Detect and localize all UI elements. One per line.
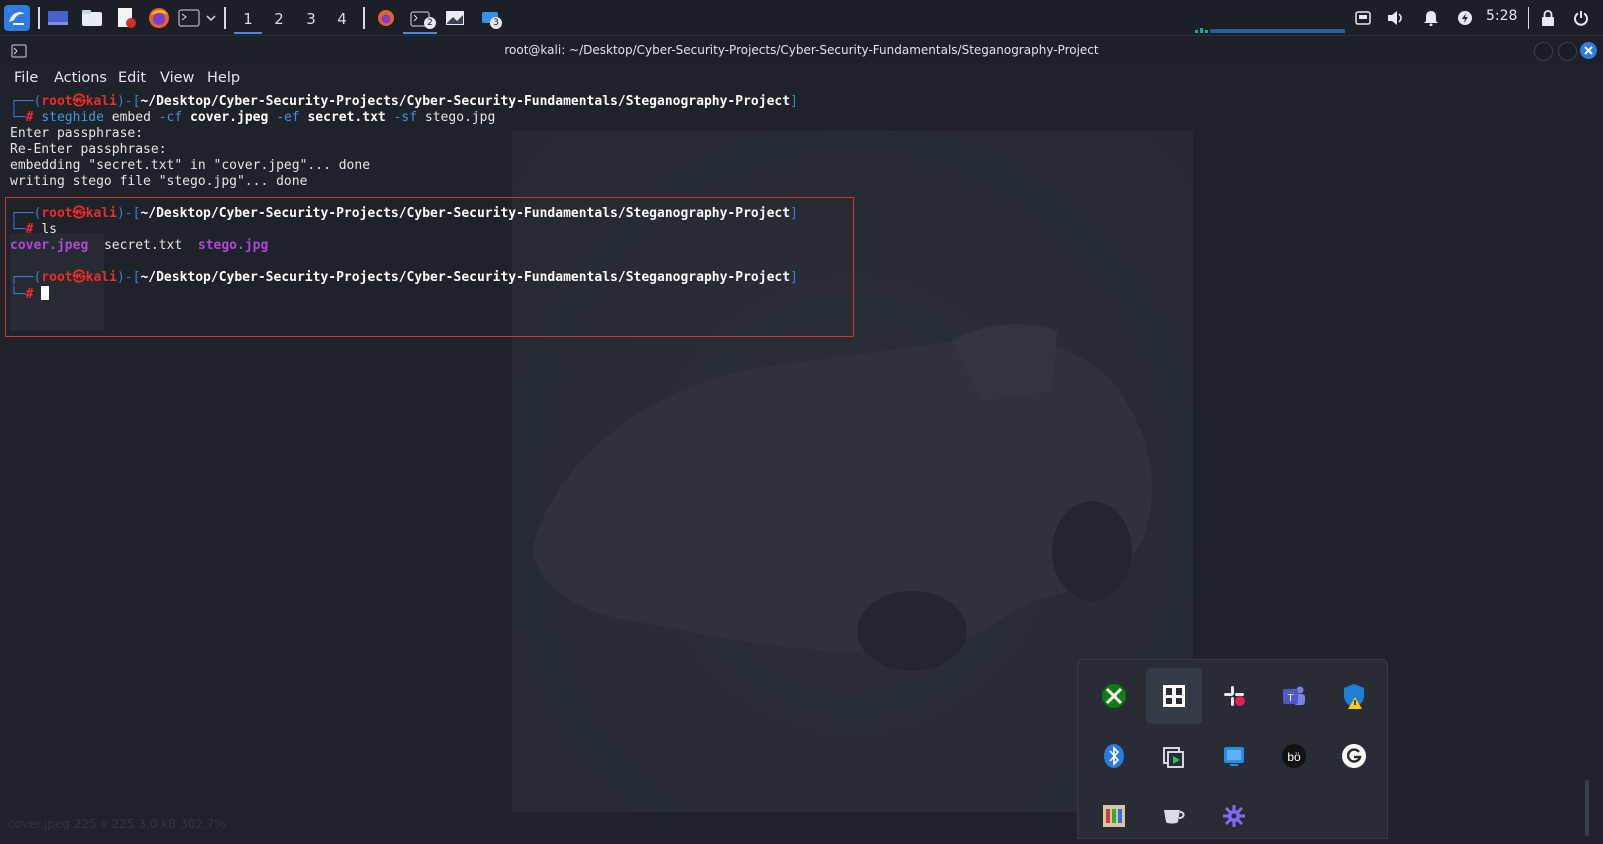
window-titlebar[interactable]: root@kali: ~/Desktop/Cyber-Security-Proj… (0, 36, 1603, 65)
notion-icon[interactable] (1146, 668, 1202, 724)
cmd-arg: cover.jpeg (190, 110, 269, 125)
workspace-1[interactable]: 1 (234, 6, 262, 34)
notification-bell-icon[interactable] (1420, 6, 1442, 30)
show-desktop-icon[interactable] (46, 6, 70, 30)
menu-bar: File Actions Edit View Help (0, 65, 1603, 91)
power-icon[interactable] (1570, 6, 1592, 30)
window-title: root@kali: ~/Desktop/Cyber-Security-Proj… (504, 43, 1099, 57)
defender-icon[interactable] (1326, 668, 1382, 724)
system-tray-popup: T bö (1077, 659, 1388, 839)
workspace-3[interactable]: 3 (297, 6, 325, 32)
lock-icon[interactable] (1537, 6, 1559, 30)
cmd-tool: steghide (41, 110, 104, 125)
prompt-host: kali (85, 94, 117, 109)
text-editor-icon[interactable] (114, 6, 138, 30)
cmd-sub: embed (111, 110, 151, 125)
cmd-flag: -ef (276, 110, 300, 125)
prompt-at: ㉿ (72, 94, 86, 109)
menu-edit[interactable]: Edit (118, 70, 146, 86)
volume-icon[interactable] (1385, 6, 1407, 30)
svg-text:T: T (1287, 693, 1293, 704)
workspace-4[interactable]: 4 (328, 6, 356, 32)
windows-app-icon[interactable] (1206, 728, 1262, 784)
remote-count-badge: 3 (490, 17, 502, 29)
close-icon (1584, 46, 1593, 55)
separator (224, 7, 226, 29)
xbox-icon[interactable] (1086, 668, 1142, 724)
beats-icon[interactable]: bö (1266, 728, 1322, 784)
image-status: cover.jpeg 225 x 225 3.0 kB 302.7% (8, 817, 226, 831)
terminal-window-icon[interactable]: 2 (403, 6, 437, 34)
command-line-1: └─# steghide embed -cf cover.jpeg -ef se… (10, 110, 496, 125)
separator (38, 7, 40, 29)
prompt-cwd: ~/Desktop/Cyber-Security-Projects/Cyber-… (140, 94, 791, 109)
menu-actions[interactable]: Actions (54, 70, 107, 86)
output-line: writing stego file "stego.jpg"... done (10, 174, 308, 189)
workspace-2[interactable]: 2 (265, 6, 293, 32)
taskbar: 1 2 3 4 2 3 5:28 (0, 0, 1603, 36)
scrollbar[interactable] (1585, 780, 1589, 836)
minimize-button[interactable] (1534, 42, 1553, 61)
screen-icon[interactable] (1352, 6, 1374, 30)
chevron-down-icon[interactable] (204, 6, 218, 30)
output-line: embedding "secret.txt" in "cover.jpeg"..… (10, 158, 371, 173)
settings-gear-icon[interactable] (1206, 788, 1262, 844)
close-button[interactable] (1580, 42, 1597, 59)
image-viewer-icon[interactable] (443, 6, 467, 30)
separator (363, 7, 365, 29)
terminal-count-badge: 2 (424, 17, 436, 29)
maximize-button[interactable] (1558, 42, 1577, 61)
cpu-graph (1195, 28, 1345, 33)
prompt-symbol: # (25, 110, 34, 125)
screen-share-icon[interactable] (1146, 728, 1202, 784)
power-status-icon[interactable] (1454, 6, 1476, 30)
cmd-arg: secret.txt (307, 110, 386, 125)
cmd-arg: stego.jpg (424, 110, 496, 125)
color-picker-icon[interactable] (1086, 788, 1142, 844)
clock[interactable]: 5:28 (1486, 8, 1517, 24)
slack-icon[interactable] (1206, 668, 1262, 724)
grammarly-icon[interactable] (1326, 728, 1382, 784)
remote-desktop-icon[interactable]: 3 (477, 6, 503, 30)
cmd-flag: -sf (393, 110, 418, 125)
separator (1528, 7, 1529, 29)
output-line: Re-Enter passphrase: (10, 142, 167, 157)
file-manager-icon[interactable] (80, 6, 104, 30)
bluetooth-icon[interactable] (1086, 728, 1142, 784)
terminal-launcher-icon[interactable] (177, 6, 201, 30)
prompt-user: root (41, 94, 73, 109)
svg-text:bö: bö (1287, 750, 1301, 764)
prompt-line-1: ┌──(root㉿kali)-[~/Desktop/Cyber-Security… (10, 94, 798, 109)
coffee-cup-icon[interactable] (1146, 788, 1202, 844)
cmd-flag: -cf (158, 110, 183, 125)
firefox-icon[interactable] (147, 6, 171, 30)
firefox-window-icon[interactable] (375, 6, 397, 30)
output-line: Enter passphrase: (10, 126, 144, 141)
teams-icon[interactable]: T (1266, 668, 1322, 724)
menu-help[interactable]: Help (207, 70, 240, 86)
menu-view[interactable]: View (160, 70, 194, 86)
kali-menu-icon[interactable] (4, 5, 30, 31)
highlight-box (5, 197, 854, 337)
menu-file[interactable]: File (14, 70, 38, 86)
